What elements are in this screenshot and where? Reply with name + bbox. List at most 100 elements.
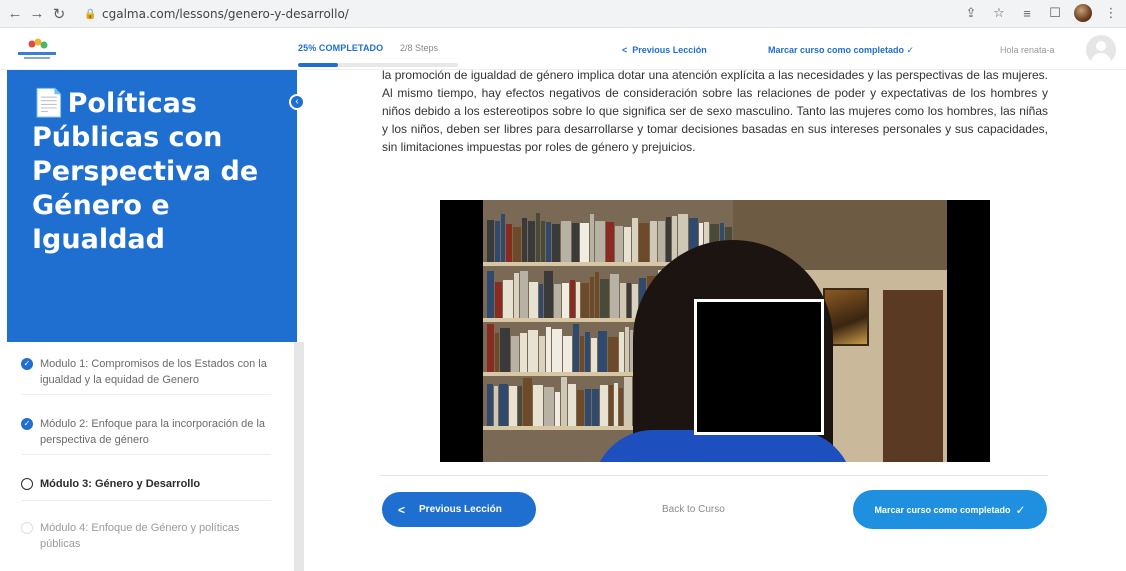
book-spine xyxy=(650,221,657,262)
book-spine xyxy=(529,282,538,318)
menu-dots-icon[interactable]: ⋮ xyxy=(1102,3,1120,23)
book-spine xyxy=(624,377,632,426)
module-item-4[interactable]: Módulo 4: Enfoque de Género y políticas … xyxy=(21,520,271,552)
doorway xyxy=(883,290,943,462)
book-spine xyxy=(544,387,554,426)
book-spine xyxy=(554,284,561,318)
profile-avatar[interactable] xyxy=(1074,4,1092,22)
previous-lesson-button[interactable]: < Previous Lección xyxy=(382,492,536,527)
share-icon[interactable]: ⇪ xyxy=(962,3,980,23)
divider xyxy=(21,500,271,501)
book-spine xyxy=(658,221,665,262)
mark-complete-button[interactable]: Marcar curso como completado ✓ xyxy=(853,490,1047,529)
book-spine xyxy=(580,336,584,372)
book-spine xyxy=(600,279,609,318)
circle-icon xyxy=(21,478,33,490)
book-spine xyxy=(506,224,512,262)
module-label: Módulo 2: Enfoque para la incorporación … xyxy=(40,418,266,446)
book-spine xyxy=(576,282,580,318)
book-spine xyxy=(499,384,508,426)
checkmark-icon: ✓ xyxy=(904,45,915,55)
document-icon: 📄 xyxy=(32,88,66,119)
book-spine xyxy=(595,272,599,318)
divider xyxy=(380,475,1048,476)
book-spine xyxy=(494,386,498,426)
book-spine xyxy=(487,271,494,318)
book-spine xyxy=(600,385,608,426)
book-spine xyxy=(513,227,521,262)
book-spine xyxy=(544,271,553,318)
module-item-2[interactable]: ✓ Módulo 2: Enfoque para la incorporació… xyxy=(21,416,271,448)
book-spine xyxy=(536,213,540,262)
book-spine xyxy=(573,324,579,372)
book-spine xyxy=(555,392,560,426)
progress-bar-fill xyxy=(298,63,338,67)
mark-complete-label: Marcar curso como completado xyxy=(874,504,1011,515)
book-spine xyxy=(501,214,505,262)
module-list: ✓ Modulo 1: Compromisos de los Estados c… xyxy=(7,342,285,571)
reload-icon[interactable]: ↻ xyxy=(48,3,70,25)
check-circle-icon: ✓ xyxy=(21,358,33,370)
reading-list-icon[interactable]: ≡ xyxy=(1018,3,1036,23)
book-spine xyxy=(500,328,510,372)
chevron-left-icon: < xyxy=(398,502,406,517)
book-spine xyxy=(627,283,631,318)
course-title: 📄Políticas Públicas con Perspectiva de G… xyxy=(32,87,292,257)
chevron-left-icon: < xyxy=(622,45,633,55)
book-spine xyxy=(533,385,543,426)
book-spine xyxy=(609,385,613,426)
previous-lesson-label: Previous Lección xyxy=(419,504,502,515)
header-previous-link[interactable]: < Previous Lección xyxy=(622,45,707,55)
video-frame xyxy=(483,200,947,462)
sidebar-collapse-button[interactable]: ‹ xyxy=(289,94,305,110)
book-spine xyxy=(666,217,671,262)
lock-icon: 🔒 xyxy=(84,8,97,20)
book-spine xyxy=(590,214,594,262)
book-spine xyxy=(606,222,614,262)
site-logo[interactable] xyxy=(18,37,56,61)
book-spine xyxy=(632,218,638,262)
book-spine xyxy=(577,390,584,426)
book-spine xyxy=(615,226,623,262)
book-spine xyxy=(590,277,594,318)
book-spine xyxy=(561,377,567,426)
user-avatar[interactable] xyxy=(1086,35,1116,65)
arrow-left-icon[interactable]: ← xyxy=(4,3,26,25)
book-spine xyxy=(487,324,494,372)
course-title-block: 📄Políticas Públicas con Perspectiva de G… xyxy=(7,70,297,342)
star-icon[interactable]: ☆ xyxy=(990,3,1008,23)
course-sidebar: 📄Políticas Públicas con Perspectiva de G… xyxy=(7,70,305,571)
book-spine xyxy=(539,336,545,372)
header-complete-link[interactable]: Marcar curso como completado ✓ xyxy=(768,45,914,56)
module-label: Módulo 4: Enfoque de Género y políticas … xyxy=(40,522,240,550)
book-spine xyxy=(528,330,538,372)
sidebar-scrollbar[interactable] xyxy=(294,342,304,571)
book-spine xyxy=(522,218,527,262)
book-spine xyxy=(585,389,591,426)
module-item-1[interactable]: ✓ Modulo 1: Compromisos de los Estados c… xyxy=(21,356,271,388)
window-icon[interactable]: ☐ xyxy=(1046,3,1064,23)
book-spine xyxy=(572,223,579,262)
book-spine xyxy=(619,332,624,372)
module-item-3[interactable]: Módulo 3: Género y Desarrollo xyxy=(21,476,271,492)
book-spine xyxy=(487,220,494,262)
book-spine xyxy=(595,221,605,262)
arrow-right-icon[interactable]: → xyxy=(26,3,48,25)
book-spine xyxy=(495,333,499,372)
video-player[interactable] xyxy=(440,200,990,462)
book-spine xyxy=(580,223,589,262)
book-spine xyxy=(563,336,572,372)
book-spine xyxy=(528,221,535,262)
back-to-course-link[interactable]: Back to Curso xyxy=(662,504,725,515)
book-spine xyxy=(568,384,576,426)
checkmark-icon: ✓ xyxy=(1015,502,1026,517)
divider xyxy=(21,394,271,395)
book-spine xyxy=(672,216,677,262)
book-spine xyxy=(509,386,517,426)
address-bar[interactable]: 🔒 cgalma.com/lessons/genero-y-desarrollo… xyxy=(84,3,349,25)
book-spine xyxy=(546,222,551,262)
book-spine xyxy=(570,280,575,318)
book-spine xyxy=(619,388,623,426)
book-spine xyxy=(552,329,562,372)
user-greeting[interactable]: Hola renata-a xyxy=(1000,45,1055,55)
